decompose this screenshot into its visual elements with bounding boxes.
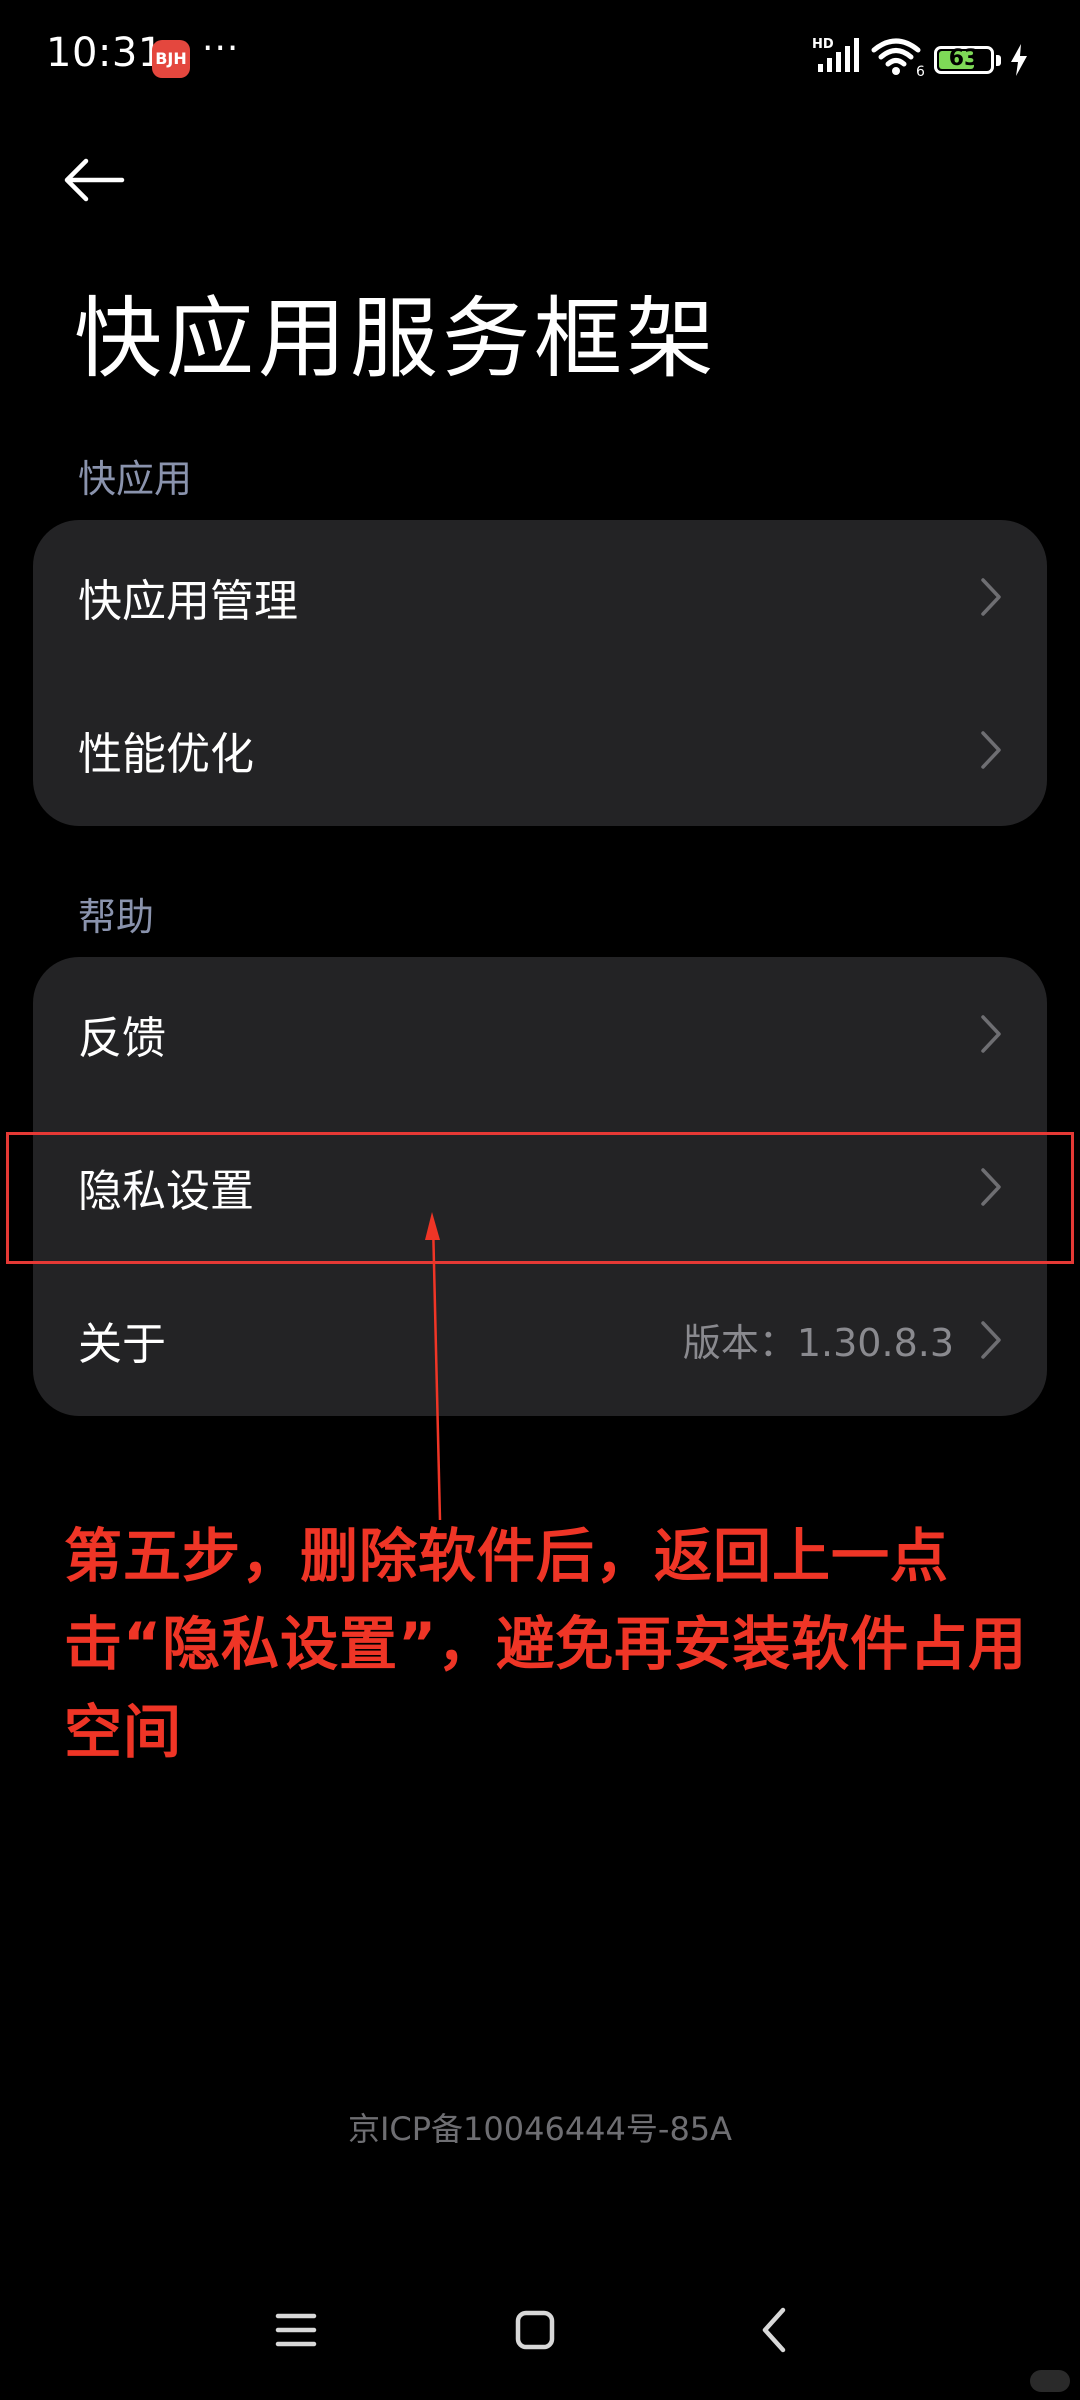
wifi-version-label: 6: [916, 64, 925, 78]
quick-apps-card: 快应用管理 性能优化: [33, 520, 1047, 826]
status-time: 10:31: [46, 30, 164, 76]
row-quick-app-management[interactable]: 快应用管理: [33, 520, 1047, 673]
page-title: 快应用服务框架: [74, 287, 719, 390]
row-label: 性能优化: [78, 728, 254, 780]
chevron-right-icon: [980, 1014, 1002, 1054]
row-performance-optimization[interactable]: 性能优化: [33, 673, 1047, 826]
network-hd-label: HD: [812, 37, 834, 52]
navigation-bar: [0, 2290, 1080, 2370]
row-label: 快应用管理: [78, 575, 298, 627]
annotation-highlight-box: [6, 1132, 1074, 1264]
wifi-icon: 6: [870, 36, 928, 82]
home-button[interactable]: [495, 2290, 575, 2370]
chevron-right-icon: [980, 577, 1002, 617]
home-icon: [515, 2310, 555, 2350]
status-icons: HD 6 63: [812, 34, 1032, 86]
row-label: 关于: [78, 1318, 166, 1370]
more-notifications-icon: ···: [202, 28, 240, 69]
version-value: 版本：1.30.8.3: [682, 1321, 954, 1365]
battery-level: 63: [948, 46, 980, 71]
row-label: 反馈: [78, 1012, 166, 1064]
icp-license: 京ICP备10046444号-85A: [347, 2110, 733, 2148]
signal-icon: HD: [812, 34, 864, 80]
menu-icon: [275, 2313, 317, 2347]
notification-app-icon: BJH: [152, 40, 190, 78]
annotation-text: 第五步，删除软件后，返回上一点击“隐私设置”，避免再安装软件占用空间: [64, 1522, 1028, 1766]
status-bar: 10:31 BJH ··· HD 6 63: [0, 0, 1080, 120]
watermark-badge: [1030, 2370, 1070, 2392]
back-arrow-icon: [64, 158, 125, 202]
recent-apps-button[interactable]: [256, 2290, 336, 2370]
section-header-help: 帮助: [78, 895, 155, 939]
chevron-right-icon: [980, 730, 1002, 770]
back-icon: [762, 2307, 786, 2353]
battery-icon: 63: [934, 46, 994, 74]
charging-icon: [1008, 42, 1030, 82]
section-header-quick-apps: 快应用: [78, 457, 193, 501]
back-button[interactable]: [62, 140, 152, 220]
chevron-right-icon: [980, 1320, 1002, 1360]
system-back-button[interactable]: [734, 2290, 814, 2370]
row-about[interactable]: 关于 版本：1.30.8.3: [33, 1263, 1047, 1416]
row-feedback[interactable]: 反馈: [33, 957, 1047, 1110]
